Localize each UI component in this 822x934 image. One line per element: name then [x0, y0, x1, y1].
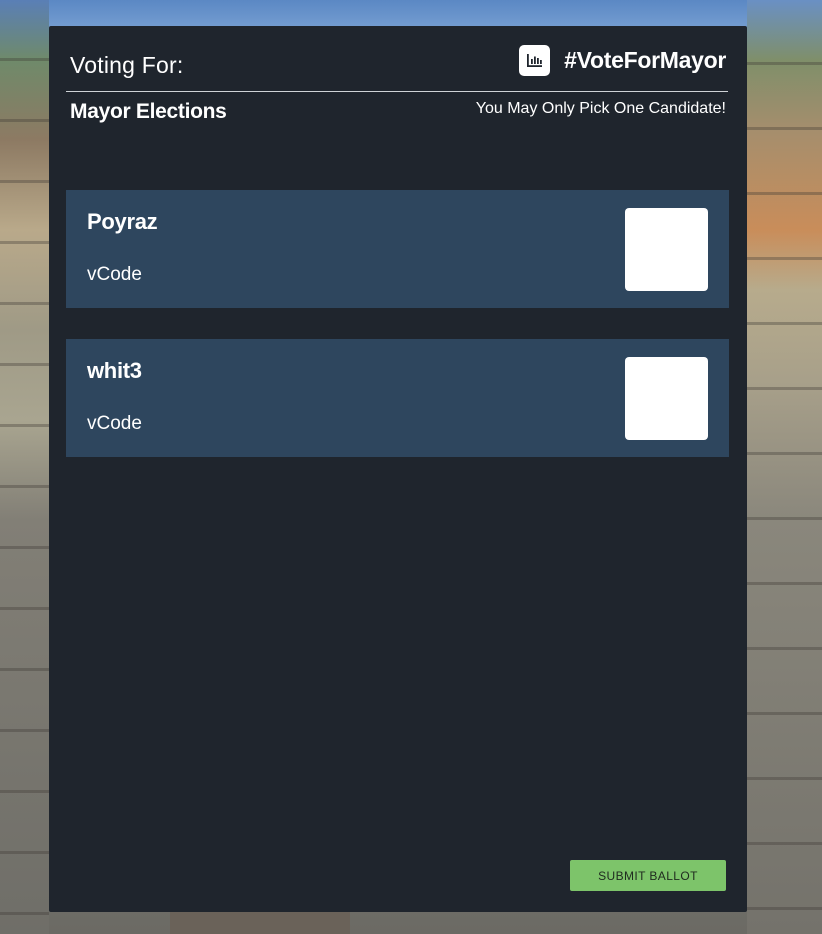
candidate-name: Poyraz: [87, 209, 158, 234]
header-divider: [66, 91, 728, 92]
submit-ballot-button[interactable]: SUBMIT BALLOT: [570, 860, 726, 891]
candidate-code: vCode: [87, 264, 142, 285]
candidate-card: Poyraz vCode: [66, 190, 729, 308]
background-scene-right: [747, 0, 822, 934]
candidate-select-checkbox[interactable]: [625, 357, 708, 440]
background-scene-bottom: [170, 910, 350, 934]
candidate-name: whit3: [87, 358, 142, 383]
candidate-select-checkbox[interactable]: [625, 208, 708, 291]
candidate-code: vCode: [87, 413, 142, 434]
pick-one-notice: You May Only Pick One Candidate!: [475, 100, 726, 117]
voting-for-title: Voting For:: [70, 52, 184, 78]
hashtag-header: #VoteForMayor: [519, 45, 726, 76]
bar-chart-icon: [519, 45, 551, 76]
election-name: Mayor Elections: [70, 100, 227, 123]
hashtag-label: #VoteForMayor: [564, 47, 726, 73]
ballot-panel: Voting For: #VoteForMayor Mayor Election…: [49, 26, 747, 912]
background-scene-left: [0, 0, 49, 934]
candidate-card: whit3 vCode: [66, 339, 729, 457]
